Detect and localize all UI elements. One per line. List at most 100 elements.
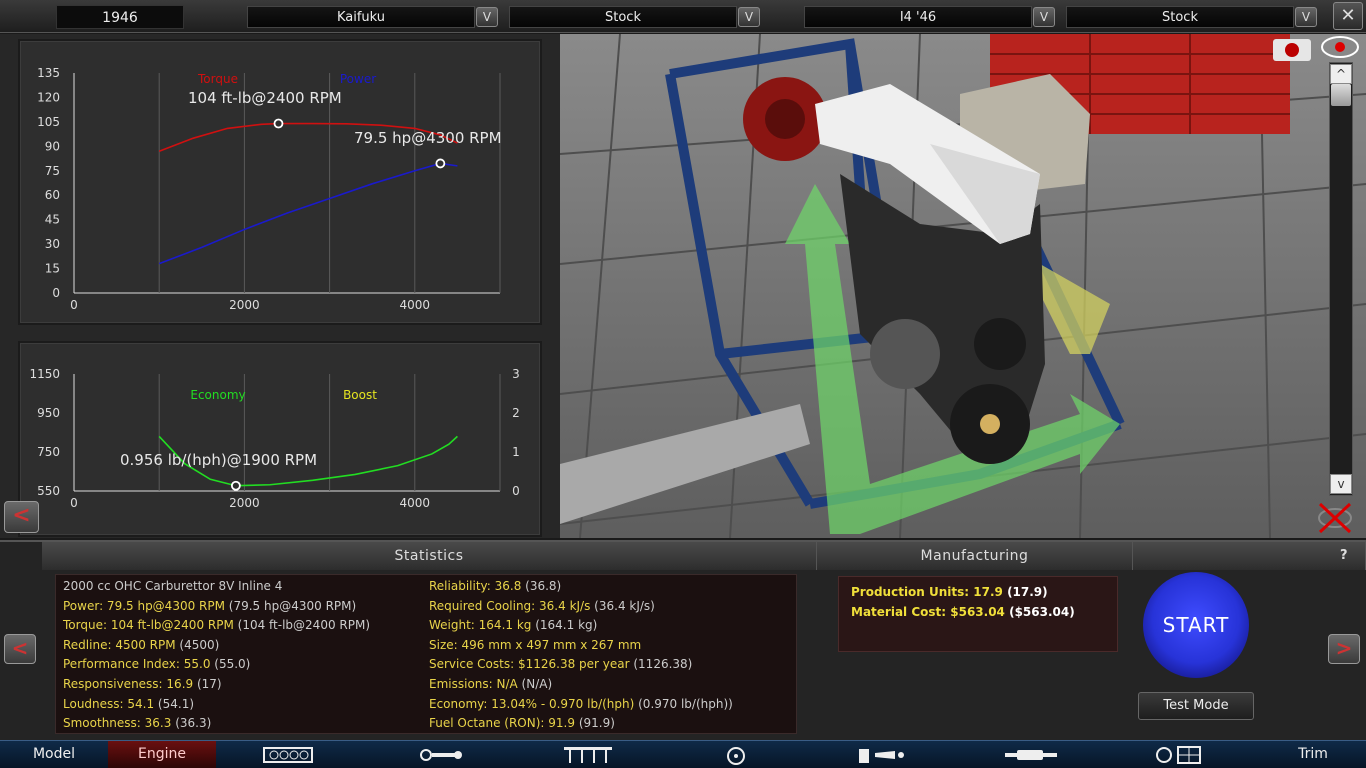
right-header — [1133, 542, 1366, 570]
x-tick-label: 4000 — [400, 298, 431, 312]
fuel-system-icon[interactable] — [855, 745, 911, 765]
peak-marker — [273, 118, 284, 129]
family-variant-chevron-icon[interactable]: V — [738, 7, 760, 27]
production-units-extra: (17.9) — [1002, 585, 1048, 599]
right-stat-row: Reliability: 36.8 (36.8) — [429, 579, 561, 593]
x-tick-label: 2000 — [229, 496, 260, 510]
pulley-alternator — [870, 319, 940, 389]
economy-boost-chart-svg: 0 2000 4000 550 750 950 1150 0 1 2 3 Economy Boost 0.… — [29, 367, 520, 510]
stat-value: Economy: 13.04% - 0.970 lb/(hph) — [429, 696, 635, 711]
y-tick-label: 1150 — [29, 367, 60, 381]
stat-reference: (36.3) — [171, 716, 212, 731]
stat-value: 2000 cc OHC Carburettor 8V Inline 4 — [63, 579, 283, 593]
help-button[interactable]: ? — [1340, 548, 1348, 563]
crankshaft-icon[interactable] — [414, 745, 470, 765]
tab-model[interactable]: Model — [0, 741, 108, 768]
stat-reference: (4500) — [175, 637, 220, 652]
engine-dropdown[interactable]: I4 '46 — [804, 6, 1032, 28]
y2-tick-label: 3 — [512, 367, 520, 381]
stat-value: Loudness: 54.1 — [63, 696, 155, 711]
peak-label: 79.5 hp@4300 RPM — [354, 129, 502, 147]
series-line-power — [158, 162, 458, 265]
y-tick-label: 75 — [45, 164, 60, 178]
y-tick-label: 105 — [37, 115, 60, 129]
tab-trim[interactable]: Trim — [1260, 741, 1366, 768]
flywheel-hub — [765, 99, 805, 139]
chart-panel: 0 2000 4000 0 15 30 45 60 75 90 105 120 135 Torque Pow… — [0, 34, 560, 538]
stat-reference: (17) — [193, 677, 222, 691]
right-stat-row: Required Cooling: 36.4 kJ/s (36.4 kJ/s) — [429, 599, 655, 613]
manufacturing-box: Production Units: 17.9 (17.9) Material C… — [838, 576, 1118, 652]
y-tick-label: 45 — [45, 213, 60, 227]
left-stat-row: Responsiveness: 16.9 (17) — [63, 677, 222, 691]
stat-reference: (N/A) — [517, 677, 553, 691]
y-tick-label: 30 — [45, 237, 60, 251]
engine-3d-viewport[interactable] — [560, 34, 1366, 538]
y2-tick-label: 1 — [512, 445, 520, 459]
statistics-box: 2000 cc OHC Carburettor 8V Inline 4 Power… — [55, 574, 797, 734]
turbo-icon[interactable] — [708, 745, 764, 765]
stat-reference: (1126.38) — [629, 657, 693, 672]
stat-value: Smoothness: 36.3 — [63, 716, 172, 731]
stat-reference: (55.0) — [210, 657, 251, 672]
block-icon[interactable] — [260, 745, 316, 765]
legend-boost: Boost — [343, 388, 377, 402]
family-dropdown[interactable]: Kaifuku — [247, 6, 475, 28]
stat-value: Service Costs: $1126.38 per year — [429, 657, 630, 672]
material-cost-value: Material Cost: $563.04 — [851, 605, 1005, 619]
left-stat-row: Torque: 104 ft-lb@2400 RPM (104 ft-lb@24… — [63, 618, 370, 632]
economy-boost-chart: 0 2000 4000 550 750 950 1150 0 1 2 3 Economy Boost 0.… — [18, 341, 542, 537]
y-tick-label: 950 — [37, 406, 60, 420]
eye-pupil — [1335, 42, 1345, 52]
left-stat-row: Smoothness: 36.3 (36.3) — [63, 716, 211, 730]
y-tick-label: 90 — [45, 139, 60, 153]
material-cost-extra: ($563.04) — [1004, 605, 1075, 619]
y2-tick-label: 2 — [512, 406, 520, 420]
x-tick-label: 0 — [70, 496, 78, 510]
stat-value: Weight: 164.1 kg — [429, 618, 532, 633]
stat-value: Size: 496 mm x 497 mm x 267 mm — [429, 637, 642, 652]
close-button[interactable]: ✕ — [1333, 2, 1363, 30]
right-stat-row: Fuel Octane (RON): 91.9 (91.9) — [429, 716, 615, 730]
peak-marker — [230, 480, 241, 491]
chart-back-button[interactable]: < — [4, 501, 39, 533]
y-tick-label: 550 — [37, 484, 60, 498]
family-dropdown-chevron-icon[interactable]: V — [476, 7, 498, 27]
engine-variant-chevron-icon[interactable]: V — [1295, 7, 1317, 27]
right-stat-row: Weight: 164.1 kg (164.1 kg) — [429, 618, 597, 632]
gauges-icon[interactable] — [1150, 745, 1206, 765]
production-units: Production Units: 17.9 (17.9) — [851, 585, 1048, 599]
engine-dropdown-chevron-icon[interactable]: V — [1033, 7, 1055, 27]
next-button[interactable]: > — [1328, 634, 1360, 664]
peak-label: 104 ft-lb@2400 RPM — [188, 89, 342, 107]
crank-bolt — [980, 414, 1000, 434]
y-tick-label: 135 — [37, 66, 60, 80]
view-scroll-thumb[interactable] — [1331, 84, 1351, 106]
stat-reference: (91.9) — [575, 716, 615, 731]
engine-variant-dropdown[interactable]: Stock — [1066, 6, 1294, 28]
torque-power-chart: 0 2000 4000 0 15 30 45 60 75 90 105 120 135 Torque Pow… — [18, 39, 542, 325]
stat-value: Emissions: N/A — [429, 677, 518, 691]
left-stat-row: 2000 cc OHC Carburettor 8V Inline 4 — [63, 579, 282, 593]
view-scroll-track[interactable] — [1329, 62, 1353, 496]
left-stat-row: Performance Index: 55.0 (55.0) — [63, 657, 250, 671]
prev-button[interactable]: < — [4, 634, 36, 664]
left-stat-row: Redline: 4500 RPM (4500) — [63, 638, 219, 652]
exhaust-icon[interactable] — [1003, 745, 1059, 765]
legend-power: Power — [340, 72, 376, 86]
tab-engine[interactable]: Engine — [108, 741, 216, 768]
scroll-up-button[interactable]: ^ — [1330, 64, 1352, 84]
x-tick-label: 0 — [70, 298, 78, 312]
test-mode-button[interactable]: Test Mode — [1138, 692, 1254, 720]
stat-value: Torque: 104 ft-lb@2400 RPM — [63, 618, 234, 633]
stat-value: Fuel Octane (RON): 91.9 — [429, 716, 575, 731]
scroll-down-button[interactable]: v — [1330, 474, 1352, 494]
material-cost: Material Cost: $563.04 ($563.04) — [851, 605, 1075, 619]
y-tick-label: 15 — [45, 262, 60, 276]
start-button[interactable]: START — [1143, 572, 1249, 678]
legend-economy: Economy — [190, 388, 245, 402]
manufacturing-header: Manufacturing — [817, 542, 1133, 570]
stat-value: Performance Index: 55.0 — [63, 657, 211, 672]
valvetrain-icon[interactable] — [560, 745, 616, 765]
family-variant-dropdown[interactable]: Stock — [509, 6, 737, 28]
